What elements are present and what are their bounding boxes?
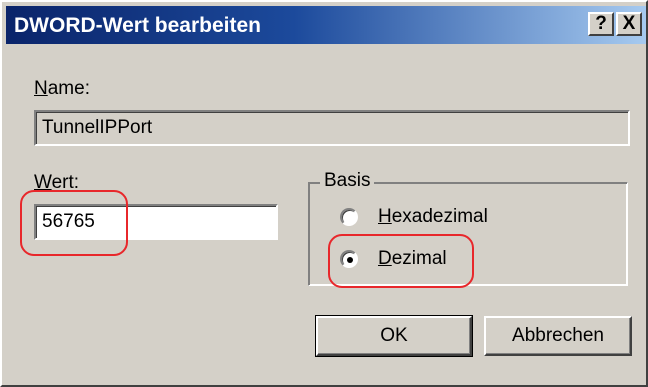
value-label: Wert: <box>34 172 79 194</box>
basis-legend: Basis <box>320 170 375 192</box>
radio-hexadecimal[interactable]: Hexadezimal <box>340 204 488 230</box>
help-button[interactable]: ? <box>588 12 614 36</box>
radio-decimal-label: Dezimal <box>378 248 447 270</box>
radio-selected-dot-icon <box>347 257 353 263</box>
name-label-text: ame: <box>47 78 90 99</box>
radio-hexadecimal-circle[interactable] <box>340 208 358 226</box>
cancel-button[interactable]: Abbrechen <box>484 316 632 356</box>
radio-decimal[interactable]: Dezimal <box>340 246 447 272</box>
title-bar: DWORD-Wert bearbeiten ? X <box>6 6 646 44</box>
value-label-text: ert: <box>51 172 80 193</box>
value-input[interactable] <box>34 204 278 240</box>
radio-decimal-text: ezimal <box>391 248 447 269</box>
name-field[interactable] <box>34 110 630 146</box>
radio-decimal-accelerator: D <box>378 248 392 269</box>
name-label-accelerator: N <box>34 78 48 99</box>
radio-hexadecimal-label: Hexadezimal <box>378 206 488 228</box>
value-label-accelerator: W <box>34 172 52 193</box>
edit-dword-dialog: DWORD-Wert bearbeiten ? X Name: Wert: Ba… <box>0 0 648 387</box>
name-label: Name: <box>34 78 90 100</box>
radio-hexadecimal-accelerator: H <box>378 206 392 227</box>
close-button[interactable]: X <box>616 12 642 36</box>
radio-decimal-circle[interactable] <box>340 250 358 268</box>
ok-button[interactable]: OK <box>315 315 473 357</box>
window-title: DWORD-Wert bearbeiten <box>14 14 261 37</box>
radio-hexadecimal-text: exadezimal <box>391 206 488 227</box>
